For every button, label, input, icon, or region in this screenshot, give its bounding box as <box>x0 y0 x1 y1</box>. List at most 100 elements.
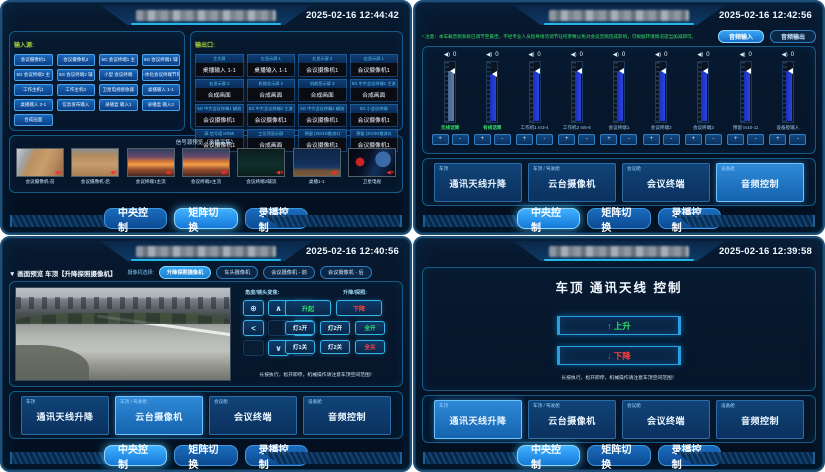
input-source-button[interactable]: 5G 会议终端1 主 <box>99 54 138 66</box>
module-conference-terminal[interactable]: 会议舱会议终端 <box>622 163 710 202</box>
tab-central-control[interactable]: 中央控制 <box>517 445 580 466</box>
camera-tab-conf-rear[interactable]: 会议摄像机 - 后 <box>320 266 372 279</box>
volume-slider[interactable] <box>444 61 456 123</box>
volume-slider[interactable] <box>613 61 625 123</box>
slider-handle[interactable] <box>577 68 582 74</box>
volume-slider[interactable] <box>697 61 709 123</box>
tab-central-control[interactable]: 中央控制 <box>104 208 167 229</box>
tab-central-control[interactable]: 中央控制 <box>517 208 580 229</box>
volume-down-button[interactable]: - <box>494 134 511 145</box>
module-audio-control[interactable]: 设备舱音频控制 <box>303 396 391 435</box>
volume-up-button[interactable]: + <box>643 134 660 145</box>
all-lights-off-button[interactable]: 全关 <box>355 340 385 354</box>
volume-down-button[interactable]: - <box>536 134 553 145</box>
all-lights-on-button[interactable]: 全开 <box>355 321 385 335</box>
volume-up-button[interactable]: + <box>769 134 786 145</box>
output-value[interactable]: 合成画面 <box>350 88 399 102</box>
volume-slider[interactable] <box>529 61 541 123</box>
input-source-button[interactable]: 5G 会议终端2 辅 <box>57 69 96 81</box>
volume-up-button[interactable]: + <box>516 134 533 145</box>
light1-off-button[interactable]: 灯1关 <box>285 340 315 354</box>
preview-thumbnail[interactable]: ◀×会议摄像机-前 <box>16 148 64 185</box>
slider-handle[interactable] <box>492 71 497 77</box>
output-value[interactable]: 合成画面 <box>247 88 296 102</box>
input-source-button[interactable]: 录播盒 输入2 <box>142 99 181 111</box>
volume-up-button[interactable]: + <box>685 134 702 145</box>
raise-button[interactable]: 升起 <box>285 300 331 316</box>
input-source-button[interactable]: 5G 会议终端2 主 <box>14 69 53 81</box>
module-ptz-camera[interactable]: 车顶 / 驾驶舱云台摄像机 <box>528 400 616 439</box>
volume-slider[interactable] <box>782 61 794 123</box>
module-ptz-camera[interactable]: 车顶 / 驾驶舱云台摄像机 <box>528 163 616 202</box>
output-value[interactable]: 桌播输入 1-1 <box>195 63 244 77</box>
volume-slider[interactable] <box>655 61 667 123</box>
slider-handle[interactable] <box>661 68 666 74</box>
volume-down-button[interactable]: - <box>663 134 680 145</box>
module-antenna-lift[interactable]: 车顶通讯天线升降 <box>434 400 522 439</box>
output-value[interactable]: 合成画面 <box>195 88 244 102</box>
camera-tab-conf-front[interactable]: 会议摄像机 - 前 <box>263 266 315 279</box>
volume-down-button[interactable]: - <box>705 134 722 145</box>
input-source-button[interactable]: 会议摄像机1 <box>14 54 53 66</box>
preview-thumbnail[interactable]: ◀×会议摄像机-后 <box>71 148 119 185</box>
volume-up-button[interactable]: + <box>432 134 449 145</box>
volume-down-button[interactable]: - <box>452 134 469 145</box>
volume-slider[interactable] <box>740 61 752 123</box>
slider-handle[interactable] <box>788 68 793 74</box>
pan-left-button[interactable]: < <box>243 320 264 336</box>
volume-slider[interactable] <box>571 61 583 123</box>
input-source-button[interactable]: 录播盒 输入1 <box>99 99 138 111</box>
volume-down-button[interactable]: - <box>620 134 637 145</box>
camera-tab-front[interactable]: 车头摄像机 <box>216 266 258 279</box>
preview-thumbnail[interactable]: ◀×会议终端2主流 <box>182 148 230 185</box>
volume-down-button[interactable]: - <box>789 134 806 145</box>
input-source-button[interactable]: 桌播输入 1-1 <box>142 84 181 96</box>
output-value[interactable]: 会议摄像机1 <box>195 113 244 127</box>
light2-off-button[interactable]: 灯2关 <box>320 340 350 354</box>
input-source-button[interactable]: 工作主机2 <box>57 84 96 96</box>
module-antenna-lift[interactable]: 车顶通讯天线升降 <box>21 396 109 435</box>
volume-down-button[interactable]: - <box>747 134 764 145</box>
tab-matrix-switch[interactable]: 矩阵切换 <box>174 208 237 229</box>
input-source-button[interactable]: 合成画面 <box>14 114 53 126</box>
input-source-button[interactable]: 信息发布输入 <box>57 99 96 111</box>
slider-handle[interactable] <box>703 68 708 74</box>
preview-thumbnail[interactable]: ◀×桌播1-1 <box>293 148 341 185</box>
input-source-button[interactable]: 卫星电视接收器 <box>99 84 138 96</box>
tab-matrix-switch[interactable]: 矩阵切换 <box>587 445 650 466</box>
preview-thumbnail[interactable]: ◀×卫星电视 <box>348 148 396 185</box>
volume-up-button[interactable]: + <box>600 134 617 145</box>
volume-up-button[interactable]: + <box>474 134 491 145</box>
output-value[interactable]: 会议摄像机1 <box>247 113 296 127</box>
input-source-button[interactable]: 工作主机1 <box>14 84 53 96</box>
module-conference-terminal[interactable]: 会议舱会议终端 <box>622 400 710 439</box>
output-value[interactable]: 会议摄像机1 <box>350 63 399 77</box>
output-value[interactable]: 合成画面 <box>298 88 347 102</box>
module-antenna-lift[interactable]: 车顶通讯天线升降 <box>434 163 522 202</box>
slider-handle[interactable] <box>746 68 751 74</box>
audio-input-button[interactable]: 音频输入 <box>718 30 764 43</box>
slider-handle[interactable] <box>535 68 540 74</box>
antenna-lower-button[interactable]: ↓ 下降 <box>557 346 681 365</box>
tab-matrix-switch[interactable]: 矩阵切换 <box>587 208 650 229</box>
module-conference-terminal[interactable]: 会议舱会议终端 <box>209 396 297 435</box>
input-source-button[interactable]: 小型 会议终端 <box>99 69 138 81</box>
volume-down-button[interactable]: - <box>578 134 595 145</box>
output-value[interactable]: 会议摄像机1 <box>350 113 399 127</box>
module-ptz-camera[interactable]: 车顶 / 驾驶舱云台摄像机 <box>115 396 203 435</box>
input-source-button[interactable]: 桌播输入 2-1 <box>14 99 53 111</box>
module-audio-control[interactable]: 设备舱音频控制 <box>716 163 804 202</box>
light2-on-button[interactable]: 灯2开 <box>320 321 350 335</box>
slider-handle[interactable] <box>450 68 455 74</box>
module-audio-control[interactable]: 设备舱音频控制 <box>716 400 804 439</box>
input-source-button[interactable]: 会议摄像机2 <box>57 54 96 66</box>
slider-handle[interactable] <box>619 68 624 74</box>
preview-thumbnail[interactable]: ◀×会议终端1主流 <box>127 148 175 185</box>
output-value[interactable]: 会议摄像机1 <box>298 63 347 77</box>
tab-central-control[interactable]: 中央控制 <box>104 445 167 466</box>
input-source-button[interactable]: 一体化会议终端节目 <box>142 69 181 81</box>
input-source-button[interactable]: 5G 会议终端1 辅 <box>142 54 181 66</box>
preview-thumbnail[interactable]: ◀×会议终端2辅流 <box>237 148 285 185</box>
output-value[interactable]: 桌播输入 1-1 <box>247 63 296 77</box>
lower-button[interactable]: 下降 <box>336 300 382 316</box>
